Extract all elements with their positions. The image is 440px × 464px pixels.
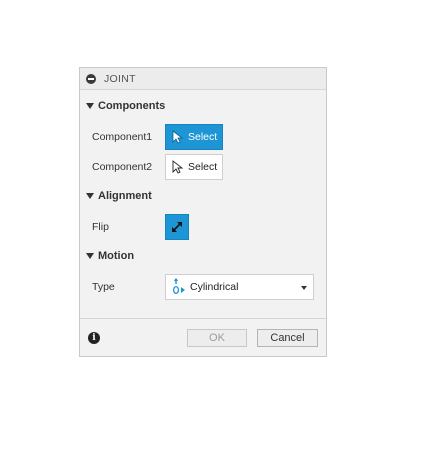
section-motion-label: Motion xyxy=(98,250,135,262)
expand-triangle-icon xyxy=(86,103,94,109)
flip-button[interactable] xyxy=(165,214,189,240)
component1-label: Component1 xyxy=(92,131,153,143)
chevron-down-icon xyxy=(301,286,307,290)
collapse-icon[interactable] xyxy=(86,73,96,84)
flip-label: Flip xyxy=(92,221,109,233)
cursor-arrow-icon xyxy=(172,130,184,144)
joint-type-value: Cylindrical xyxy=(190,281,239,293)
type-label: Type xyxy=(92,281,115,293)
dialog-title: JOINT xyxy=(104,72,136,85)
expand-triangle-icon xyxy=(86,193,94,199)
joint-dialog: JOINT Components Component1 Select Compo… xyxy=(79,67,327,357)
cancel-button[interactable]: Cancel xyxy=(257,329,318,347)
component2-select-label: Select xyxy=(188,161,218,173)
section-motion-header[interactable]: Motion xyxy=(86,250,134,262)
component2-select-button[interactable]: Select xyxy=(165,154,223,180)
ok-button[interactable]: OK xyxy=(187,329,247,347)
section-alignment-label: Alignment xyxy=(98,190,152,202)
flip-arrows-icon xyxy=(172,222,182,232)
expand-triangle-icon xyxy=(86,253,94,259)
section-components-header[interactable]: Components xyxy=(86,100,165,112)
info-icon[interactable]: i xyxy=(88,332,100,344)
section-components-label: Components xyxy=(98,100,166,112)
cylindrical-joint-icon xyxy=(172,278,185,295)
cursor-arrow-icon xyxy=(172,160,184,174)
component1-select-label: Select xyxy=(188,131,218,143)
section-alignment-header[interactable]: Alignment xyxy=(86,190,152,202)
joint-type-dropdown[interactable]: Cylindrical xyxy=(165,274,314,300)
dialog-titlebar[interactable]: JOINT xyxy=(80,68,326,90)
dialog-footer: i OK Cancel xyxy=(80,318,326,356)
component2-label: Component2 xyxy=(92,161,153,173)
component1-select-button[interactable]: Select xyxy=(165,124,223,150)
